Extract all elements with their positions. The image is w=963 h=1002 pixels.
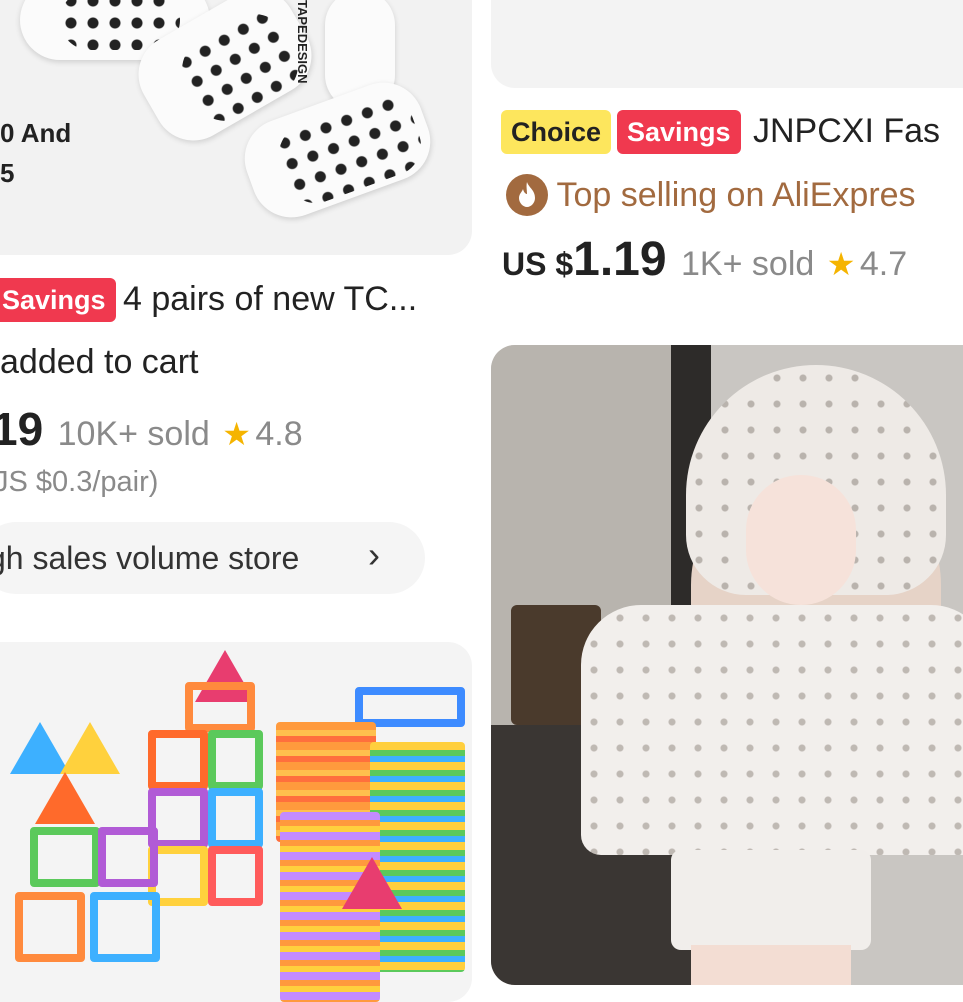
tile-shape	[208, 730, 263, 790]
tile-shape	[60, 722, 120, 774]
savings-badge: Savings	[0, 278, 116, 322]
tile-shape	[208, 788, 263, 848]
tile-shape	[355, 687, 465, 727]
choice-badge: Choice	[501, 110, 612, 154]
image-caption-line-2: 5	[0, 158, 15, 188]
store-link[interactable]: gh sales volume store ›	[0, 522, 425, 594]
star-icon: ★	[222, 416, 251, 452]
product-title[interactable]: 4 pairs of new TC...	[123, 280, 417, 319]
cart-note: added to cart	[0, 343, 199, 381]
star-icon: ★	[826, 246, 856, 282]
socks-product-image[interactable]: TAPEDESIGN 0 And 5	[0, 0, 472, 255]
photo-jacket	[581, 605, 963, 855]
store-link-label: gh sales volume store	[0, 540, 300, 576]
price-row: 19 10K+ sold ★ 4.8	[0, 402, 303, 456]
rating-value: 4.8	[255, 415, 303, 453]
photo-legs	[691, 945, 851, 985]
chevron-right-icon: ›	[368, 534, 380, 575]
tile-shape	[35, 772, 95, 824]
tile-shape	[148, 730, 208, 790]
top-selling-label: Top selling on AliExpres	[556, 175, 916, 214]
photo-face	[746, 475, 856, 605]
tile-shape	[342, 857, 402, 909]
product-image-top-right[interactable]	[491, 0, 963, 88]
rating-value: 4.7	[859, 245, 908, 283]
hoodie-product-image[interactable]	[491, 345, 963, 985]
savings-badge: Savings	[617, 110, 741, 154]
price-currency: US $	[502, 246, 574, 282]
tile-shape	[98, 827, 158, 887]
price-value: 1.19	[573, 233, 667, 286]
tile-shape	[185, 682, 255, 732]
sold-count: 10K+ sold	[57, 415, 210, 453]
price-row: US $1.19 1K+ sold ★ 4.7	[502, 232, 907, 287]
product-title[interactable]: JNPCXI Fas	[753, 112, 940, 151]
image-caption-line-1: 0 And	[0, 118, 72, 148]
photo-shorts	[671, 850, 871, 950]
price-value: 19	[0, 403, 44, 455]
tile-shape	[90, 892, 160, 962]
top-selling-row: Top selling on AliExpres	[506, 174, 916, 216]
unit-price: JS $0.3/pair)	[0, 466, 159, 498]
tile-shape	[15, 892, 85, 962]
tile-shape	[208, 846, 263, 906]
magnetic-tiles-product-image[interactable]	[0, 642, 472, 1002]
sock-print-text: TAPEDESIGN	[295, 0, 310, 84]
sold-count: 1K+ sold	[681, 245, 815, 283]
tile-shape	[30, 827, 100, 887]
fire-icon	[506, 174, 548, 216]
